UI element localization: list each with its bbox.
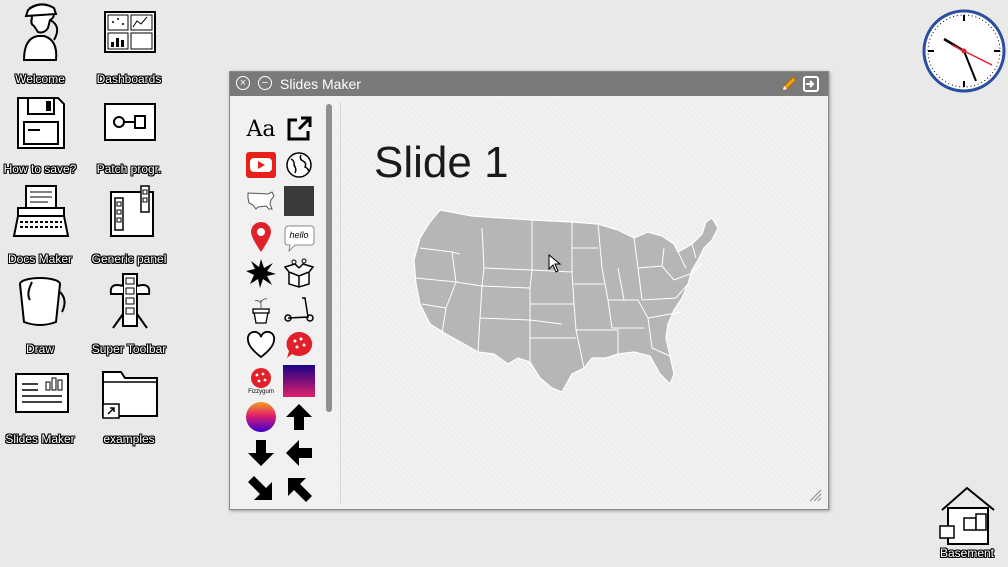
heart-tool[interactable] <box>244 328 278 362</box>
arrow-down-right-icon <box>248 476 272 500</box>
pencil-edit-icon[interactable] <box>780 75 798 93</box>
clock-icon <box>922 9 1006 93</box>
desktop-icon-examples[interactable]: examples <box>84 360 174 446</box>
desktop-icon-generic-panel[interactable]: Generic panel <box>84 180 174 266</box>
desktop-icon-label: Patch progr. <box>96 162 162 176</box>
arrow-up-left-icon <box>288 478 312 502</box>
scooter-icon <box>284 297 314 322</box>
patch-programming-icon <box>104 103 156 141</box>
fizzygum-logo-tool[interactable]: Fizzygum <box>244 364 278 398</box>
desktop-icon-draw[interactable]: Draw <box>0 270 85 356</box>
desktop-icon-label: Basement <box>939 546 995 560</box>
arrow-down-right-tool[interactable] <box>244 472 278 504</box>
mouse-cursor-icon <box>548 254 562 273</box>
desktop-icon-how-to-save[interactable]: How to save? <box>0 90 85 176</box>
arrow-down-tool[interactable] <box>244 436 278 470</box>
typewriter-icon <box>12 185 70 237</box>
text-tool-label: Aa <box>246 116 276 142</box>
starburst-tool[interactable] <box>244 256 278 290</box>
slides-maker-window[interactable]: × − Slides Maker Aa hello Fizzygum Slide… <box>229 71 829 510</box>
gradient-rect-tool[interactable] <box>282 364 316 398</box>
hello-label: hello <box>289 230 309 240</box>
globe-icon <box>286 152 312 178</box>
globe-tool[interactable] <box>282 148 316 182</box>
rectangle-tool[interactable] <box>282 184 316 218</box>
floppy-disk-icon <box>17 97 65 149</box>
arrow-left-tool[interactable] <box>282 436 316 470</box>
youtube-icon <box>246 152 276 178</box>
red-bubble-tool[interactable] <box>282 328 316 362</box>
desktop-icon-basement[interactable]: Basement <box>934 484 1000 564</box>
desktop-icon-label: examples <box>103 432 155 446</box>
generic-panel-icon <box>110 185 154 237</box>
folder-shortcut-icon <box>102 371 158 419</box>
desktop-icon-docs-maker[interactable]: Docs Maker <box>0 180 85 266</box>
desktop-icon-label: Super Toolbar <box>91 342 167 356</box>
arrow-down-icon <box>248 440 274 466</box>
usa-map[interactable] <box>412 208 722 403</box>
desktop-icon-super-toolbar[interactable]: Super Toolbar <box>84 270 174 356</box>
plant-tool[interactable] <box>244 292 278 326</box>
window-titlebar[interactable]: × − Slides Maker <box>230 72 828 96</box>
arrow-up-left-tool[interactable] <box>282 472 316 504</box>
dashboard-icon <box>104 11 156 53</box>
arrow-left-icon <box>286 440 312 466</box>
arrow-up-icon <box>286 404 312 430</box>
red-speech-bubble-icon <box>286 331 313 358</box>
desktop-icon-dashboards[interactable]: Dashboards <box>84 0 174 86</box>
object-palette[interactable]: Aa hello Fizzygum <box>236 102 324 504</box>
open-box-icon <box>284 258 314 288</box>
external-link-icon <box>287 116 312 141</box>
desktop-icon-label: Dashboards <box>96 72 162 86</box>
palette-scrollbar[interactable] <box>326 104 332 412</box>
usa-map-tool[interactable] <box>244 184 278 218</box>
usa-map-icon <box>247 191 275 210</box>
youtube-tool[interactable] <box>244 148 278 182</box>
slides-icon <box>15 373 69 413</box>
gradient-rectangle-swatch <box>283 365 315 397</box>
person-icon <box>22 3 59 61</box>
window-title: Slides Maker <box>280 76 361 92</box>
box-tool[interactable] <box>282 256 316 290</box>
resize-handle-icon[interactable] <box>808 488 822 502</box>
close-button[interactable]: × <box>236 76 250 90</box>
plant-pot-icon <box>252 298 270 324</box>
fizzygum-logo-icon <box>251 368 271 388</box>
desktop-icon-patch-prog[interactable]: Patch progr. <box>84 90 174 176</box>
super-toolbar-icon <box>109 273 151 329</box>
speech-bubble-tool[interactable]: hello <box>282 220 316 254</box>
paint-bucket-icon <box>19 277 66 326</box>
gradient-circle-swatch <box>246 402 276 432</box>
fizzygum-label: Fizzygum <box>248 389 274 395</box>
slide-canvas[interactable]: Slide 1 <box>342 98 826 506</box>
map-pin-tool[interactable] <box>244 220 278 254</box>
map-pin-icon <box>251 222 271 252</box>
analog-clock <box>922 9 1006 98</box>
external-link-tool[interactable] <box>282 112 316 146</box>
arrow-up-tool[interactable] <box>282 400 316 434</box>
gradient-circle-tool[interactable] <box>244 400 278 434</box>
starburst-icon <box>246 259 276 288</box>
scooter-tool[interactable] <box>282 292 316 326</box>
desktop-icon-slides-maker[interactable]: Slides Maker <box>0 360 85 446</box>
minimize-button[interactable]: − <box>258 76 272 90</box>
slide-title[interactable]: Slide 1 <box>374 138 509 188</box>
heart-icon <box>246 331 276 359</box>
desktop-icon-welcome[interactable]: Welcome <box>0 0 85 86</box>
basement-house-icon <box>939 486 995 545</box>
rectangle-icon <box>284 186 314 216</box>
panel-divider <box>340 102 341 504</box>
text-tool[interactable]: Aa <box>244 112 278 146</box>
exit-icon[interactable] <box>802 75 820 93</box>
desktop-icon-label: Generic panel <box>91 252 167 266</box>
